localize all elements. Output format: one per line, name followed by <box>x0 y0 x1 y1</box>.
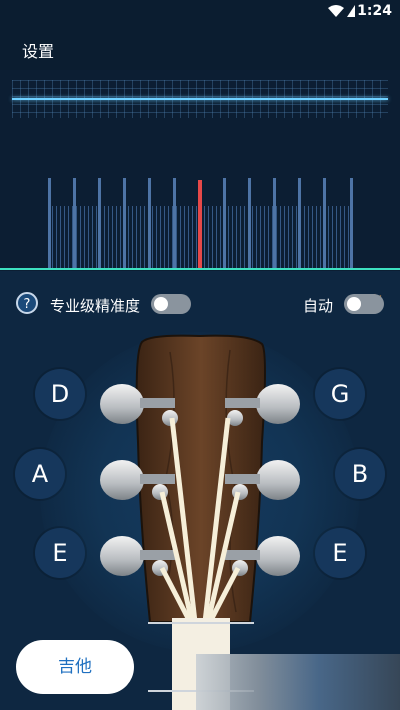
status-time: 1:24 <box>357 3 392 19</box>
app-header: 设置 <box>0 24 400 70</box>
toggle-knob <box>347 297 361 311</box>
blurred-overlay <box>196 654 400 710</box>
scale-tick <box>148 178 151 268</box>
string-button-a[interactable]: A <box>15 449 65 499</box>
scale-tick <box>350 178 353 268</box>
scale-tick <box>298 178 301 268</box>
scale-tick <box>73 178 76 268</box>
status-bar: 1:24 <box>0 0 400 24</box>
auto-label: 自动 <box>303 297 334 315</box>
scale-tick <box>173 178 176 268</box>
help-button[interactable]: ? <box>16 292 38 314</box>
pro-precision-label: 专业级精准度 <box>50 297 141 315</box>
scale-tick <box>123 178 126 268</box>
battery-icon <box>347 5 355 17</box>
scale-tick <box>323 178 326 268</box>
scale-tick <box>98 178 101 268</box>
pitch-needle <box>198 180 202 270</box>
string-button-d[interactable]: D <box>35 369 85 419</box>
fret-line <box>148 622 254 624</box>
controls-row: ? 专业级精准度 自动 <box>0 286 400 322</box>
string-button-e-high[interactable]: E <box>315 528 365 578</box>
question-icon: ? <box>23 297 31 312</box>
scale-tick <box>48 178 51 268</box>
scale-tick <box>223 178 226 268</box>
string-button-e-low[interactable]: E <box>35 528 85 578</box>
string-button-g[interactable]: G <box>315 369 365 419</box>
scale-tick <box>248 178 251 268</box>
auto-toggle[interactable] <box>344 294 384 314</box>
toggle-knob <box>154 297 168 311</box>
string-button-b[interactable]: B <box>335 449 385 499</box>
instrument-selector-button[interactable]: 吉他 <box>16 640 134 694</box>
wifi-icon <box>328 5 344 17</box>
pro-precision-toggle[interactable] <box>151 294 191 314</box>
scale-tick <box>273 178 276 268</box>
settings-button[interactable]: 设置 <box>22 38 54 62</box>
waveform-line <box>12 98 388 100</box>
tuner-baseline <box>0 268 400 270</box>
